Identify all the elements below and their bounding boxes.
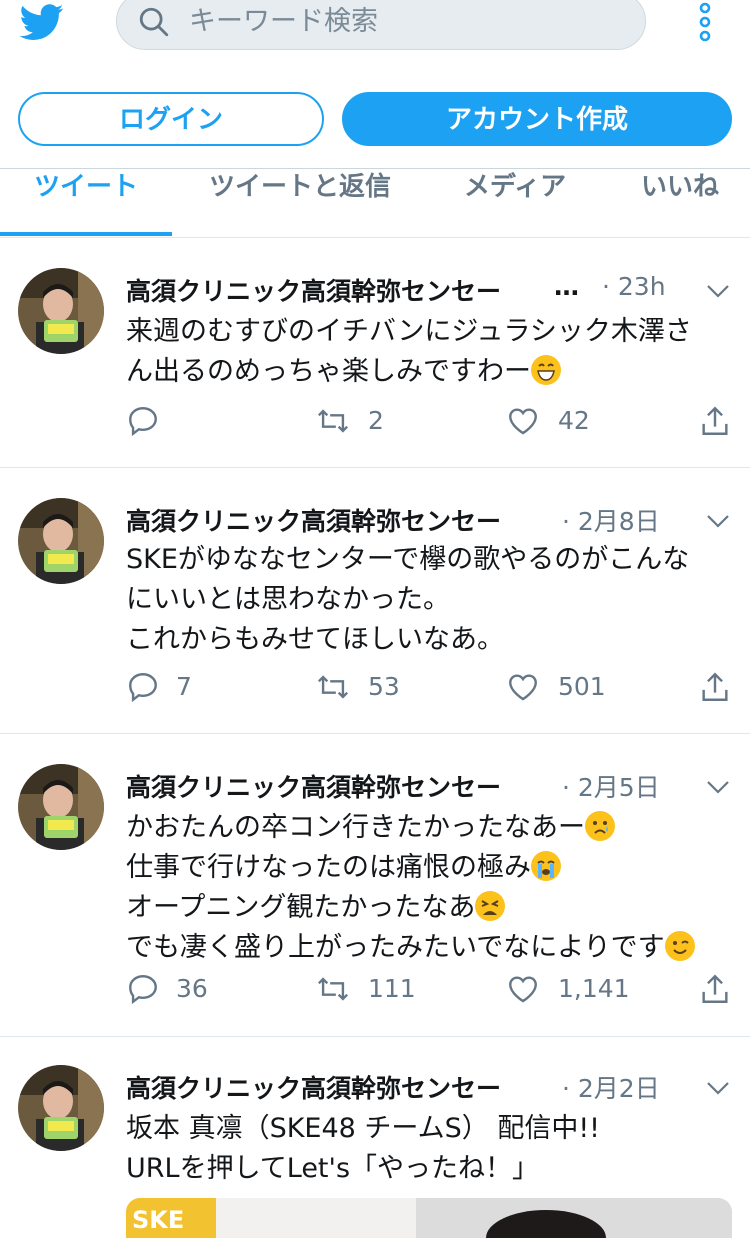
- active-tab-indicator: [0, 232, 172, 236]
- emoji-sad-icon: [585, 811, 615, 841]
- tweet-time[interactable]: · 23h: [602, 272, 666, 301]
- tweet[interactable]: 高須クリニック高須幹弥センセー · 2月5日 かおたんの卒コン行きたかったなあー…: [0, 734, 750, 1037]
- more-vertical-icon[interactable]: [694, 2, 716, 42]
- tweet-time[interactable]: · 2月2日: [562, 1069, 660, 1105]
- display-name[interactable]: 高須クリニック高須幹弥センセー: [126, 1069, 501, 1105]
- avatar[interactable]: [18, 498, 104, 584]
- avatar[interactable]: [18, 1065, 104, 1151]
- display-name[interactable]: 高須クリニック高須幹弥センセー: [126, 502, 501, 538]
- tab-media[interactable]: メディア: [440, 169, 590, 235]
- reply-icon[interactable]: [126, 972, 160, 1006]
- like-count: 42: [558, 406, 590, 435]
- display-name[interactable]: 高須クリニック高須幹弥センセー: [126, 768, 501, 804]
- tweet-time[interactable]: · 2月8日: [562, 502, 660, 538]
- emoji-weary-icon: [475, 891, 506, 921]
- auth-buttons: ログイン アカウント作成: [0, 92, 750, 148]
- tweet[interactable]: 高須クリニック高須幹弥センセー … · 23h 来週のむすびのイチバンにジュラシ…: [0, 238, 750, 468]
- reply-count: 7: [176, 672, 192, 701]
- share-icon[interactable]: [698, 972, 732, 1006]
- retweet-count: 2: [368, 406, 384, 435]
- tweet-actions: 36 111 1,141: [0, 972, 750, 1012]
- emoji-grin-icon: [531, 355, 561, 385]
- retweet-icon[interactable]: [316, 972, 350, 1006]
- like-count: 501: [558, 672, 606, 701]
- name-truncation: …: [554, 272, 579, 301]
- login-button[interactable]: ログイン: [18, 92, 324, 146]
- tab-tweets-and-replies[interactable]: ツイートと返信: [190, 169, 410, 235]
- chevron-down-icon[interactable]: [706, 780, 730, 794]
- display-name[interactable]: 高須クリニック高須幹弥センセー: [126, 272, 501, 308]
- tweet-actions: 2 42: [0, 404, 750, 444]
- tweet-actions: 7 53 501: [0, 670, 750, 710]
- chevron-down-icon[interactable]: [706, 284, 730, 298]
- tab-likes[interactable]: いいね: [620, 169, 740, 235]
- emoji-wink-icon: [664, 931, 695, 961]
- search-icon: [139, 7, 169, 37]
- like-icon[interactable]: [506, 670, 540, 704]
- tweet[interactable]: 高須クリニック高須幹弥センセー · 2月8日 SKEがゆななセンターで欅の歌やる…: [0, 468, 750, 734]
- share-icon[interactable]: [698, 404, 732, 438]
- retweet-count: 111: [368, 974, 416, 1003]
- retweet-icon[interactable]: [316, 670, 350, 704]
- search-box[interactable]: [116, 0, 646, 50]
- reply-count: 36: [176, 974, 208, 1003]
- twitter-bird-icon[interactable]: [18, 0, 66, 44]
- share-icon[interactable]: [698, 670, 732, 704]
- tweet-text: 来週のむすびのイチバンにジュラシック木澤さ ん出るのめっちゃ楽しみですわー: [126, 316, 692, 387]
- emoji-cry-icon: [531, 851, 561, 881]
- avatar[interactable]: [18, 764, 104, 850]
- tweet-text: かおたんの卒コン行きたかったなあー 仕事で行けなったのは痛恨の極み オープニング観た…: [126, 808, 726, 968]
- signup-button[interactable]: アカウント作成: [342, 92, 732, 146]
- avatar[interactable]: [18, 268, 104, 354]
- like-icon[interactable]: [506, 404, 540, 438]
- tweet-text: SKEがゆななセンターで欅の歌やるのがこんな にいいとは思わなかった。 これから…: [126, 544, 690, 655]
- tweet-time[interactable]: · 2月5日: [562, 768, 660, 804]
- chevron-down-icon[interactable]: [706, 514, 730, 528]
- svg-text:SKE: SKE: [132, 1206, 184, 1234]
- top-bar: [0, 0, 750, 72]
- tweet-text: 坂本 真凛（SKE48 チームS） 配信中!! URLを押してLet's「やった…: [126, 1113, 600, 1184]
- chevron-down-icon[interactable]: [706, 1081, 730, 1095]
- retweet-count: 53: [368, 672, 400, 701]
- reply-icon[interactable]: [126, 670, 160, 704]
- retweet-icon[interactable]: [316, 404, 350, 438]
- search-input[interactable]: [189, 3, 629, 39]
- tab-tweets[interactable]: ツイート: [0, 169, 172, 235]
- reply-icon[interactable]: [126, 404, 160, 438]
- like-count: 1,141: [558, 974, 630, 1003]
- tweet-media-image[interactable]: SKE: [126, 1198, 732, 1238]
- profile-tabs: ツイート ツイートと返信 メディア いいね: [0, 169, 750, 237]
- like-icon[interactable]: [506, 972, 540, 1006]
